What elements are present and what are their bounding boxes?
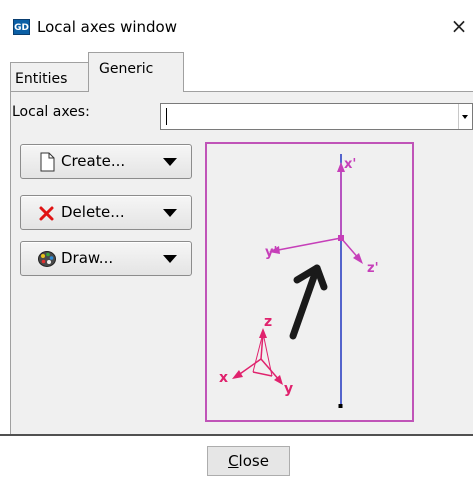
local-x-label: x' — [344, 157, 356, 172]
chevron-down-icon — [163, 255, 177, 263]
close-icon[interactable]: × — [449, 16, 469, 36]
window-title: Local axes window — [37, 18, 177, 36]
delete-button-label: Delete... — [61, 203, 125, 221]
axes-preview-drawing: x' y' z' z x y — [219, 154, 379, 408]
dropdown-arrow-icon[interactable] — [458, 104, 472, 129]
tab-generic[interactable]: Generic — [88, 52, 184, 92]
draw-button[interactable]: Draw... — [20, 241, 192, 276]
global-z-label: z — [264, 314, 272, 330]
local-y-label: y' — [265, 245, 277, 260]
close-button[interactable]: Close — [207, 446, 290, 476]
tab-entities[interactable]: Entities — [10, 62, 89, 91]
arrow-annotation — [289, 264, 328, 340]
palette-icon — [37, 249, 57, 269]
chevron-down-icon — [163, 158, 177, 166]
local-axes-label: Local axes: — [12, 104, 90, 120]
red-x-icon — [37, 203, 57, 223]
local-axes-window: GD Local axes window × Entities Generic … — [0, 0, 473, 483]
global-x-label: x — [219, 370, 228, 386]
divider — [0, 434, 473, 436]
axes-preview-canvas[interactable]: x' y' z' z x y — [205, 142, 414, 422]
local-z-label: z' — [367, 261, 379, 276]
global-axes-triad — [232, 328, 283, 385]
app-icon: GD — [13, 19, 30, 35]
tab-generic-label: Generic — [99, 61, 154, 77]
local-axes-combobox[interactable] — [160, 103, 473, 130]
end-point — [338, 404, 343, 408]
local-origin — [338, 235, 344, 241]
text-caret — [166, 108, 167, 125]
create-button[interactable]: Create... — [20, 144, 192, 179]
close-button-mnemonic: C — [228, 452, 239, 470]
close-button-label: lose — [238, 452, 269, 470]
chevron-down-icon — [163, 209, 177, 217]
draw-button-label: Draw... — [61, 249, 114, 267]
document-icon — [37, 152, 57, 172]
global-y-label: y — [284, 381, 293, 397]
tab-entities-label: Entities — [15, 71, 68, 87]
local-y-axis — [272, 237, 342, 252]
title-bar: GD Local axes window × — [0, 0, 473, 44]
create-button-label: Create... — [61, 152, 126, 170]
delete-button[interactable]: Delete... — [20, 195, 192, 230]
